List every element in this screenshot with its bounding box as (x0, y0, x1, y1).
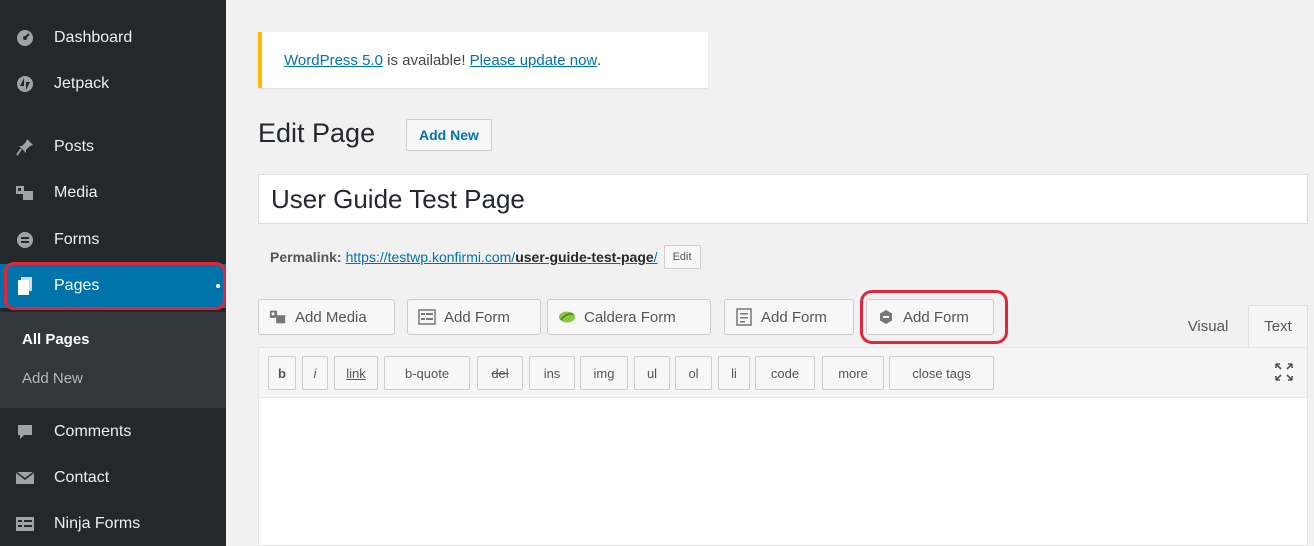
jetpack-icon (14, 73, 36, 95)
submenu-item-add-new[interactable]: Add New (22, 370, 83, 387)
add-form-button-1[interactable]: Add Form (407, 299, 541, 335)
permalink-label: Permalink: (270, 249, 342, 265)
qt-del-button[interactable]: del (477, 356, 523, 390)
qt-blockquote-button[interactable]: b-quote (384, 356, 470, 390)
add-media-button[interactable]: Add Media (258, 299, 395, 335)
notice-period: . (597, 51, 602, 69)
add-form-button-3[interactable]: Add Form (866, 299, 994, 335)
sidebar-item-label: Dashboard (54, 29, 133, 46)
quicktags-toolbar: b i link b-quote del ins img ul ol li co… (259, 348, 1307, 398)
qt-italic-button[interactable]: i (302, 356, 328, 390)
page-title: Edit Page (258, 118, 376, 148)
editor-area[interactable]: b i link b-quote del ins img ul ol li co… (258, 347, 1308, 546)
form-doc-icon (735, 308, 753, 326)
add-form-label: Add Form (761, 308, 827, 326)
forms-icon (14, 229, 36, 251)
qt-code-button[interactable]: code (755, 356, 815, 390)
gravity-forms-icon (877, 308, 895, 326)
media-icon (269, 308, 287, 326)
admin-sidebar: Dashboard Jetpack Posts Media Forms Page… (0, 0, 226, 546)
media-icon (14, 182, 36, 204)
add-form-label: Add Form (903, 308, 969, 326)
permalink-link[interactable]: https://testwp.konfirmi.com/user-guide-t… (346, 249, 658, 265)
form-icon (418, 308, 436, 326)
qt-close-tags-button[interactable]: close tags (889, 356, 994, 390)
caldera-form-button[interactable]: Caldera Form (547, 299, 711, 335)
pages-icon (14, 275, 36, 297)
qt-ul-button[interactable]: ul (634, 356, 670, 390)
sidebar-item-posts[interactable]: Posts (0, 125, 226, 169)
caldera-form-label: Caldera Form (584, 308, 676, 326)
ninja-forms-icon (14, 513, 36, 535)
permalink-trail: / (653, 249, 658, 265)
sidebar-item-label: Media (54, 184, 98, 201)
qt-link-button[interactable]: link (334, 356, 378, 390)
permalink-base: https://testwp.konfirmi.com/ (345, 249, 516, 265)
sidebar-item-contact[interactable]: Contact (0, 456, 226, 500)
permalink-edit-button[interactable]: Edit (663, 245, 701, 269)
active-indicator (216, 284, 220, 288)
tab-visual[interactable]: Visual (1170, 305, 1246, 347)
sidebar-item-label: Forms (54, 231, 100, 248)
sidebar-item-forms[interactable]: Forms (0, 218, 226, 262)
qt-img-button[interactable]: img (580, 356, 628, 390)
sidebar-item-label: Posts (54, 138, 95, 155)
permalink-row: Permalink: https://testwp.konfirmi.com/u… (270, 245, 701, 269)
sidebar-item-label: Ninja Forms (54, 515, 141, 532)
pin-icon (14, 136, 36, 158)
add-form-label: Add Form (444, 308, 510, 326)
sidebar-item-label: Jetpack (54, 75, 110, 92)
sidebar-item-pages[interactable]: Pages (0, 264, 226, 308)
sidebar-item-comments[interactable]: Comments (0, 410, 226, 454)
qt-ins-button[interactable]: ins (529, 356, 575, 390)
sidebar-item-media[interactable]: Media (0, 171, 226, 215)
notice-text: is available! (382, 51, 470, 69)
qt-ol-button[interactable]: ol (675, 356, 712, 390)
sidebar-item-jetpack[interactable]: Jetpack (0, 62, 226, 106)
qt-more-button[interactable]: more (822, 356, 884, 390)
sidebar-item-label: Contact (54, 469, 110, 486)
sidebar-item-label: Pages (54, 277, 100, 294)
caldera-leaf-icon (558, 308, 576, 326)
update-notice: WordPress 5.0 is available! Please updat… (258, 32, 708, 88)
qt-li-button[interactable]: li (718, 356, 750, 390)
dashboard-icon (14, 27, 36, 49)
post-title-input[interactable]: User Guide Test Page (258, 174, 1308, 224)
tab-text[interactable]: Text (1248, 305, 1308, 347)
pages-submenu: All Pages Add New (0, 312, 226, 408)
add-new-button[interactable]: Add New (406, 119, 492, 151)
permalink-slug: user-guide-test-page (515, 249, 654, 265)
submenu-item-all-pages[interactable]: All Pages (22, 331, 90, 348)
comment-icon (14, 421, 36, 443)
fullscreen-icon[interactable] (1273, 361, 1295, 383)
envelope-icon (14, 467, 36, 489)
add-form-button-2[interactable]: Add Form (724, 299, 854, 335)
sidebar-item-label: Comments (54, 423, 132, 440)
qt-bold-button[interactable]: b (268, 356, 296, 390)
sidebar-item-dashboard[interactable]: Dashboard (0, 16, 226, 60)
wordpress-version-link[interactable]: WordPress 5.0 (284, 52, 383, 69)
sidebar-item-ninja-forms[interactable]: Ninja Forms (0, 502, 226, 546)
update-now-link[interactable]: Please update now (470, 52, 598, 69)
add-media-label: Add Media (295, 308, 367, 326)
